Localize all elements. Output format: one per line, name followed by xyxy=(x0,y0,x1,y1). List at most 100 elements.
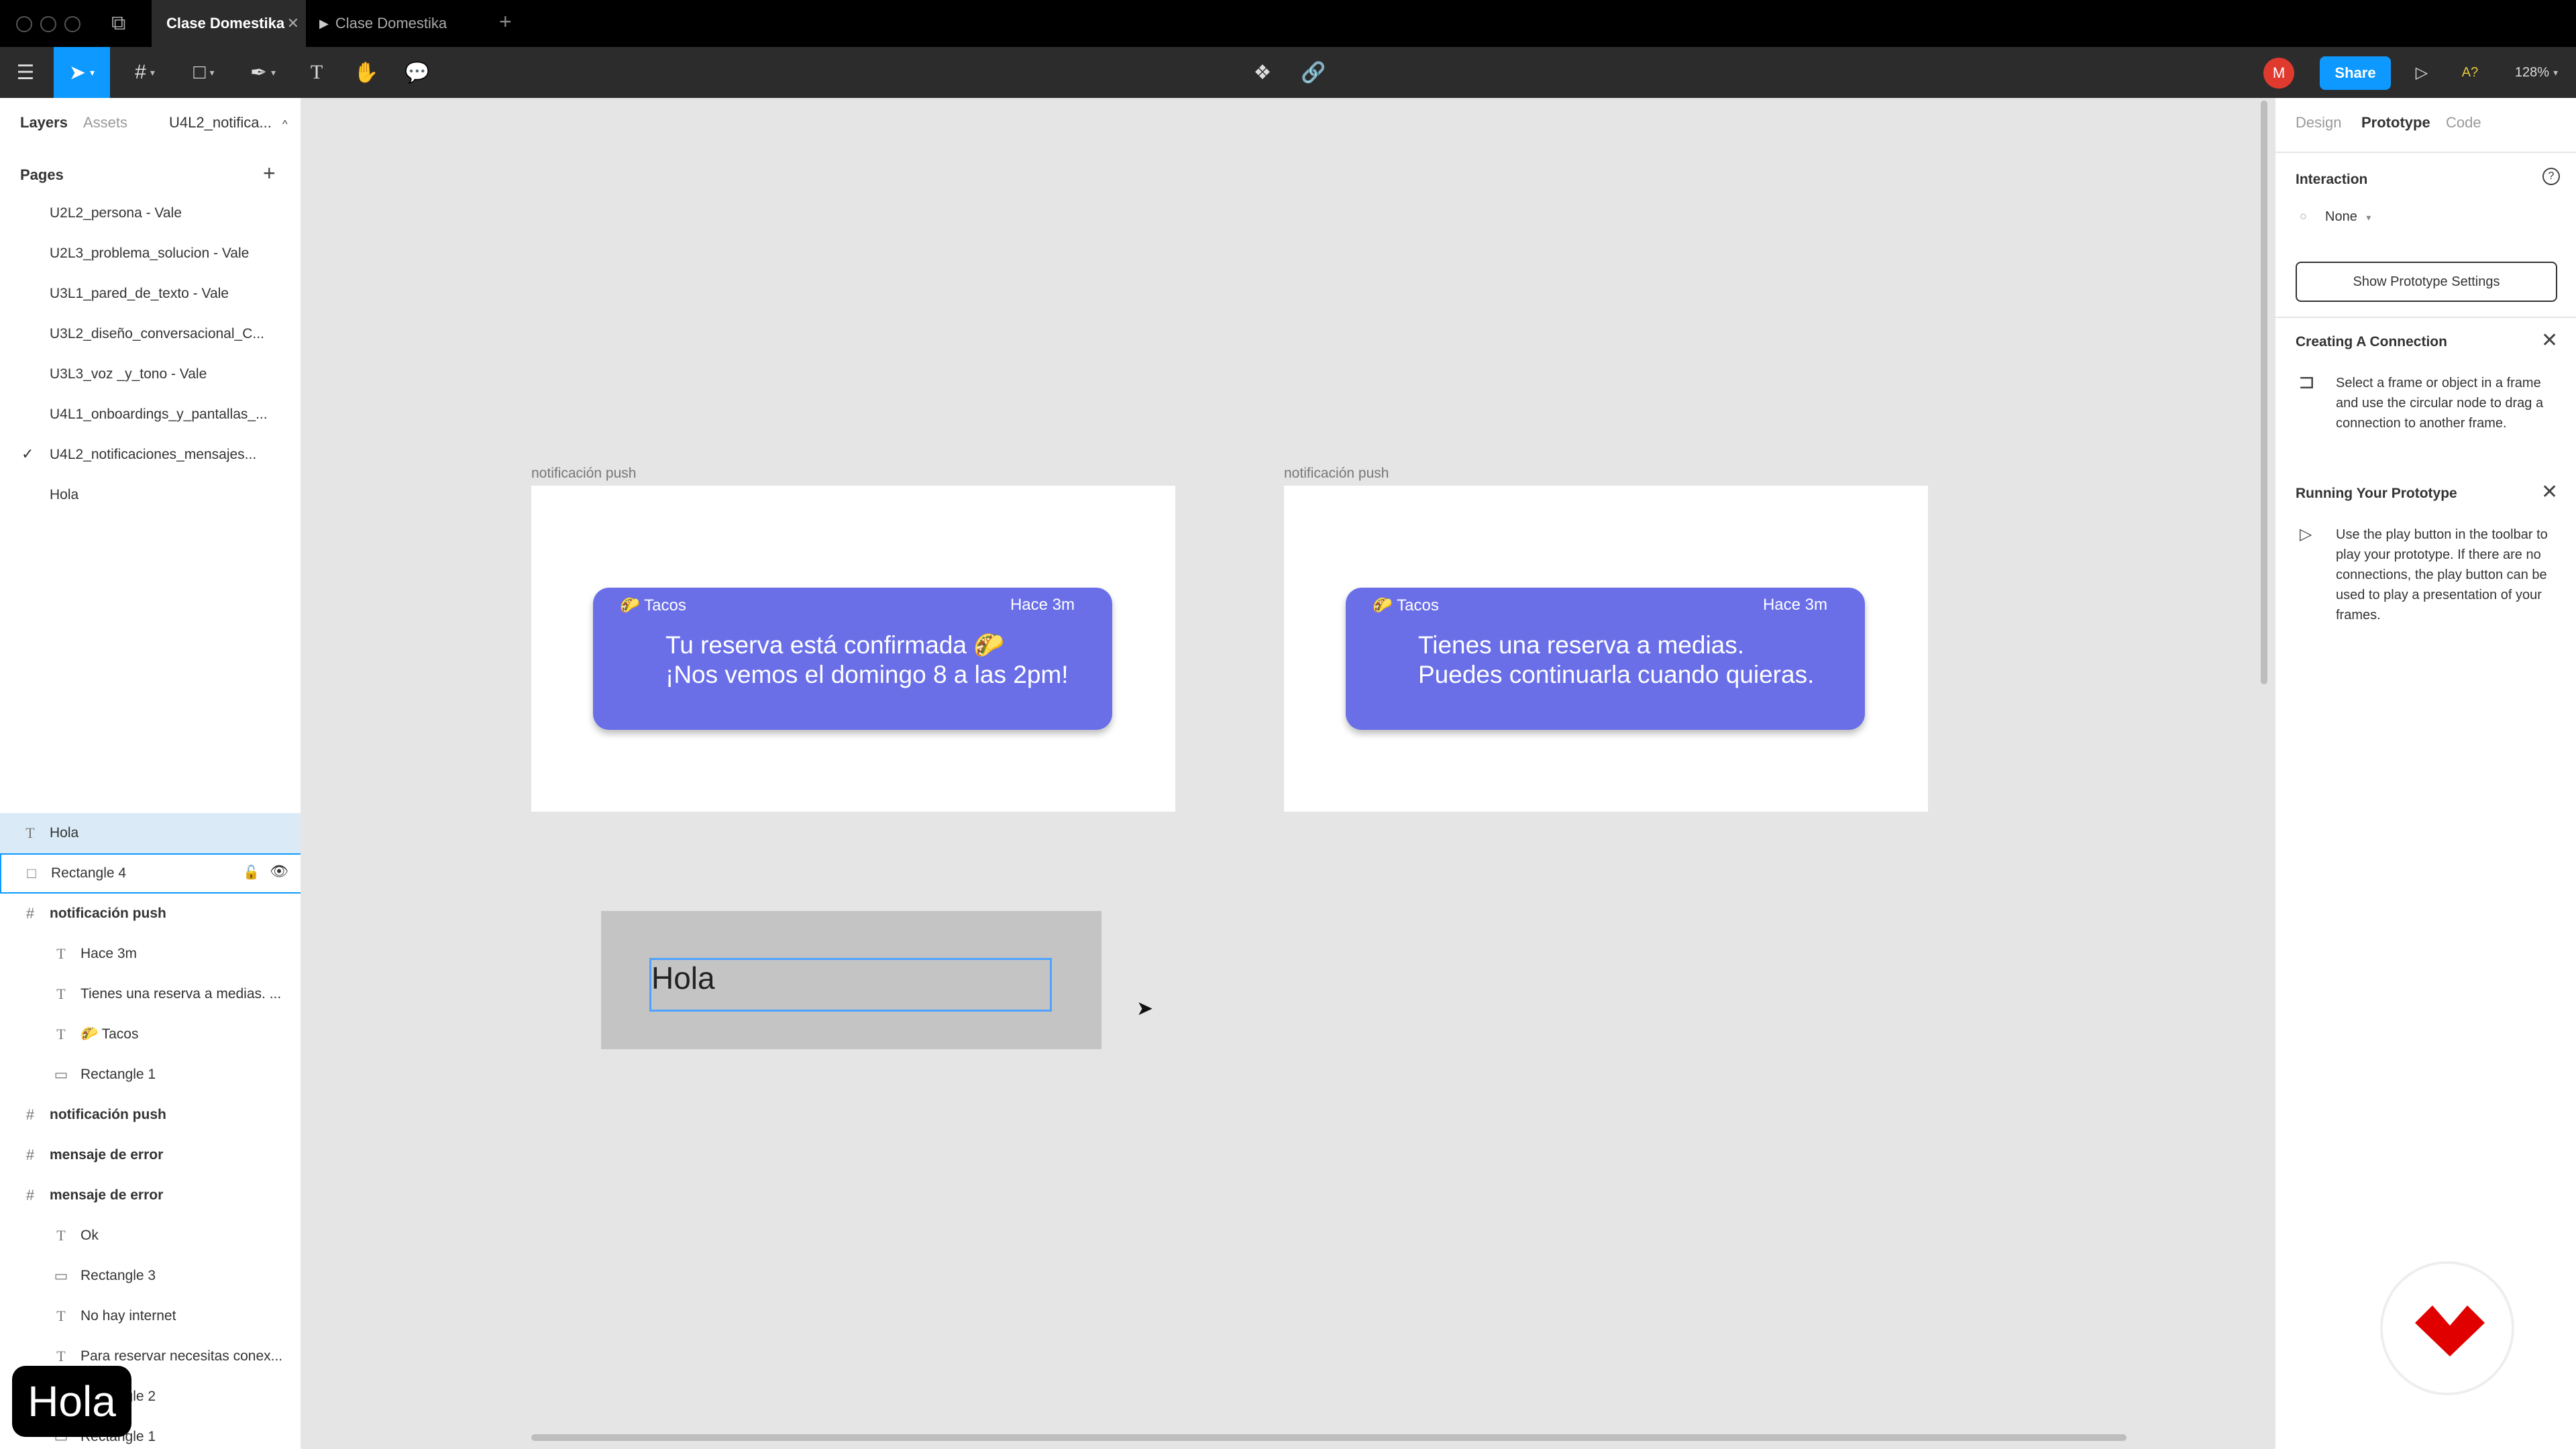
close-icon[interactable]: ✕ xyxy=(2541,329,2558,352)
eye-icon[interactable]: 👁 xyxy=(270,863,288,880)
page-item[interactable]: Hola xyxy=(50,487,78,503)
layer-label: notificación push xyxy=(50,906,166,921)
connection-text: Select a frame or object in a frame and … xyxy=(2336,376,2544,431)
window-minimize-button[interactable] xyxy=(40,16,56,32)
tab-layers[interactable]: Layers xyxy=(20,114,68,131)
running-title: Running Your Prototype xyxy=(2296,486,2457,501)
layer-label: mensaje de error xyxy=(50,1187,164,1203)
notification-frame[interactable]: 🌮 Tacos Hace 3m Tu reserva está confirma… xyxy=(531,486,1175,812)
hola-text[interactable]: Hola xyxy=(651,960,715,996)
chevron-up-icon: ^ xyxy=(282,119,288,130)
main-menu-icon[interactable]: ☰ xyxy=(13,47,38,98)
layer-row[interactable]: # mensaje de error xyxy=(0,1135,301,1175)
close-tab-icon[interactable]: ✕ xyxy=(287,15,299,32)
shape-tool-button[interactable]: □ ▾ xyxy=(182,47,225,98)
page-item[interactable]: U3L1_pared_de_texto - Vale xyxy=(50,286,229,302)
page-item-current[interactable]: U4L2_notificaciones_mensajes... xyxy=(50,447,256,463)
layer-row[interactable]: # mensaje de error xyxy=(0,1175,301,1216)
tab-code[interactable]: Code xyxy=(2446,114,2481,131)
tab-clase-domestika-2[interactable]: ▶ Clase Domestika xyxy=(319,0,494,47)
page-item[interactable]: U3L2_diseño_conversacional_C... xyxy=(50,326,264,342)
tab-design[interactable]: Design xyxy=(2296,114,2341,131)
frame-tool-button[interactable]: # ▾ xyxy=(125,47,165,98)
present-play-icon[interactable]: ▷ xyxy=(2408,47,2435,98)
notification-frame[interactable]: 🌮 Tacos Hace 3m Tienes una reserva a med… xyxy=(1284,486,1928,812)
page-item[interactable]: U3L3_voz _y_tono - Vale xyxy=(50,366,207,382)
layer-row[interactable]: # notificación push xyxy=(0,894,301,934)
checkmark-icon: ✓ xyxy=(21,445,34,462)
text-layer-icon: T xyxy=(56,1348,66,1364)
add-page-icon[interactable]: + xyxy=(263,161,276,186)
layer-row[interactable]: T Hace 3m xyxy=(0,934,301,974)
page-item[interactable]: U4L1_onboardings_y_pantallas_... xyxy=(50,407,268,423)
unlock-icon[interactable]: 🔓 xyxy=(243,864,260,881)
hand-tool-icon[interactable]: ✋ xyxy=(352,47,381,98)
close-icon[interactable]: ✕ xyxy=(2541,480,2558,504)
pen-tool-button[interactable]: ✒ ▾ xyxy=(241,47,284,98)
rectangle-layer-icon: □ xyxy=(27,865,36,881)
frame-layer-icon: # xyxy=(25,1106,35,1123)
page-item[interactable]: U2L2_persona - Vale xyxy=(50,205,182,221)
push-notification[interactable]: 🌮 Tacos Hace 3m Tienes una reserva a med… xyxy=(1346,588,1865,730)
components-icon[interactable]: ❖ xyxy=(1249,47,1276,98)
cursor-icon: ➤ xyxy=(68,61,87,84)
layer-row[interactable]: # notificación push xyxy=(0,1095,301,1135)
circle-icon: ○ xyxy=(2300,209,2307,223)
tab-clase-domestika-1[interactable]: Clase Domestika ✕ xyxy=(152,0,306,47)
user-avatar[interactable]: M xyxy=(2263,58,2294,89)
vertical-scrollbar[interactable] xyxy=(2261,101,2267,684)
page-item[interactable]: U2L3_problema_solucion - Vale xyxy=(50,246,249,262)
frame-label[interactable]: notificación push xyxy=(1284,466,1389,482)
layer-row[interactable]: ▭ Rectangle 1 xyxy=(0,1055,301,1095)
notification-app-name: 🌮 Tacos xyxy=(620,596,686,614)
current-page-selector[interactable]: U4L2_notifica... ^ xyxy=(169,114,288,131)
play-icon: ▶ xyxy=(319,16,329,30)
frame-layer-icon: # xyxy=(25,1146,35,1163)
title-bar: ⧉ Clase Domestika ✕ ▶ Clase Domestika + xyxy=(0,0,2576,47)
layer-row[interactable]: T Hola xyxy=(0,813,301,853)
accessibility-check-button[interactable]: A? xyxy=(2455,47,2485,98)
layer-label: Rectangle 3 xyxy=(80,1268,156,1283)
layer-row-selected[interactable]: □ Rectangle 4 🔓 👁 xyxy=(0,853,301,894)
domestika-logo xyxy=(2380,1261,2514,1395)
interaction-dropdown[interactable]: None ▾ xyxy=(2325,209,2371,225)
move-tool-button[interactable]: ➤ ▾ xyxy=(54,47,110,98)
tab-label: Clase Domestika xyxy=(166,15,285,32)
rectangle-4[interactable]: Hola xyxy=(601,911,1102,1049)
help-icon[interactable]: ? xyxy=(2542,168,2560,185)
share-button[interactable]: Share xyxy=(2320,56,2391,90)
chevron-down-icon: ▾ xyxy=(150,66,155,78)
text-layer-icon: T xyxy=(56,1307,66,1324)
text-tool-icon[interactable]: T xyxy=(303,47,330,98)
notification-time: Hace 3m xyxy=(1762,596,1827,614)
link-icon[interactable]: 🔗 xyxy=(1300,47,1327,98)
layer-row[interactable]: T Tienes una reserva a medias. ... xyxy=(0,974,301,1014)
notification-line: Puedes continuarla cuando quieras. xyxy=(1418,661,1815,688)
selected-text-box[interactable]: Hola xyxy=(649,958,1052,1012)
zoom-value: 128% xyxy=(2514,64,2550,80)
notification-message: Tu reserva está confirmada 🌮 ¡Nos vemos … xyxy=(665,631,1069,690)
text-layer-icon: T xyxy=(56,1227,66,1244)
layers-panel: Layers Assets U4L2_notifica... ^ Pages +… xyxy=(0,98,302,1449)
window-maximize-button[interactable] xyxy=(64,16,80,32)
tab-prototype[interactable]: Prototype xyxy=(2361,114,2430,131)
layer-row[interactable]: T 🌮 Tacos xyxy=(0,1014,301,1055)
new-tab-icon[interactable]: + xyxy=(499,9,512,34)
notification-time: Hace 3m xyxy=(1010,596,1075,614)
figma-logo-icon[interactable]: ⧉ xyxy=(111,12,125,35)
layer-row[interactable]: T No hay internet xyxy=(0,1296,301,1336)
layer-row[interactable]: T Ok xyxy=(0,1216,301,1256)
rectangle-layer-icon: ▭ xyxy=(54,1267,68,1284)
horizontal-scrollbar[interactable] xyxy=(531,1434,2127,1441)
zoom-dropdown[interactable]: 128% ▾ xyxy=(2506,47,2567,98)
comment-tool-icon[interactable]: 💬 xyxy=(402,47,432,98)
push-notification[interactable]: 🌮 Tacos Hace 3m Tu reserva está confirma… xyxy=(593,588,1112,730)
window-close-button[interactable] xyxy=(16,16,32,32)
properties-panel: Design Prototype Code Interaction ? ○ No… xyxy=(2274,98,2576,1449)
current-page-label: U4L2_notifica... xyxy=(169,114,272,131)
layer-row[interactable]: ▭ Rectangle 3 xyxy=(0,1256,301,1296)
tab-assets[interactable]: Assets xyxy=(83,114,127,131)
notification-message: Tienes una reserva a medias. Puedes cont… xyxy=(1418,631,1814,690)
show-prototype-settings-button[interactable]: Show Prototype Settings xyxy=(2296,262,2557,302)
frame-label[interactable]: notificación push xyxy=(531,466,636,482)
